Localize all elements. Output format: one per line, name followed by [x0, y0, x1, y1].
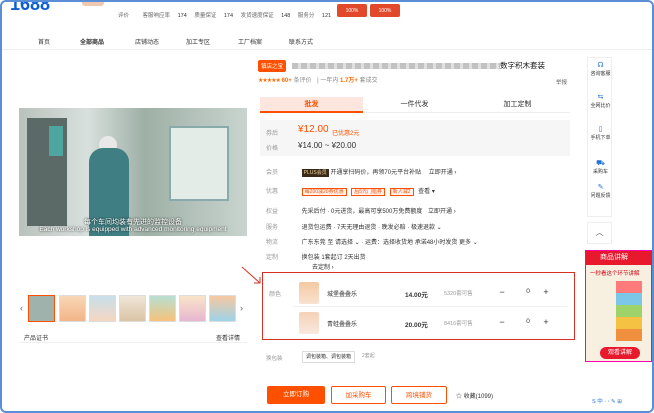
quantity-stepper: − 0 +	[495, 285, 561, 300]
nav-shop-news[interactable]: 店铺动态	[135, 37, 159, 46]
quantity-input[interactable]: 0	[517, 288, 539, 295]
watch-explain-button[interactable]: 观看讲解	[600, 347, 640, 359]
credit-row: 权益 先采后付 · 0元进货，最高可享500万免费额度 立即开通 ›	[266, 209, 456, 215]
star-icon: ★★★★★	[258, 78, 281, 84]
plus-button[interactable]: +	[539, 315, 553, 330]
service-row: 服务 退货包运费 · 7天无理由退货 · 晚发必赔 · 极速退款 ⌄	[266, 225, 442, 231]
seller-stats: 评价 客服响应率 174 质量保证 174 发货速度保证 148 服务分 121	[118, 13, 332, 19]
member-open-link[interactable]: 立即开通 ›	[429, 170, 457, 176]
price-box: 券后 ¥12.00 已优惠2元 价格 ¥14.00 ~ ¥20.00	[260, 120, 570, 156]
thumbnail-strip: ‹ ›	[19, 295, 247, 323]
chevron-left-icon[interactable]: ‹	[20, 303, 23, 313]
purchase-tabs: 批发 一件代发 加工定制	[260, 97, 570, 113]
shop-nav: 首页 全部商品 店铺动态 加工专区 工厂档案 联系方式	[0, 32, 654, 50]
compare-icon: ⇆	[597, 94, 604, 101]
coupon-chip[interactable]: 新人减2	[389, 188, 414, 196]
discount-view-link[interactable]: 查看 ▾	[418, 189, 435, 195]
thumbnail[interactable]	[119, 295, 146, 322]
thumbnail[interactable]	[209, 295, 236, 322]
toy-image	[616, 281, 642, 341]
coupon-chip[interactable]: 每200减20券优惠	[301, 188, 347, 196]
package-option[interactable]: 调包装箱、调包装箱	[302, 351, 356, 363]
right-sidebar: ☊ 咨询客服 ⇆ 全网比价 ▯ 手机下单 ⛟ 采购车 ✎ 问题反馈	[587, 57, 612, 217]
live-explain-panel[interactable]: 商品讲解 一秒看这个环节讲解 观看讲解	[585, 250, 653, 362]
variant-row: 城堡叠叠乐 14.00元 5320套可售 − 0 +	[293, 279, 568, 307]
nav-home[interactable]: 首页	[38, 37, 50, 46]
coupon-chip[interactable]: 后5元门槛券	[351, 188, 386, 196]
title-text: 数字积木套装	[500, 61, 545, 70]
sidebar-item-cart[interactable]: ⛟ 采购车	[588, 160, 613, 176]
variant-selector: 颜色 城堡叠叠乐 14.00元 5320套可售 − 0 + 青蛙叠叠乐 20.0…	[262, 272, 575, 340]
order-now-button[interactable]: 立即订购	[267, 386, 325, 404]
coupon-note: 已优惠2元	[332, 131, 360, 137]
custom-link[interactable]: 去定制 ›	[312, 262, 334, 271]
price-range: ¥14.00 ~ ¥20.00	[298, 141, 357, 150]
add-to-cart-button[interactable]: 加采购车	[331, 386, 386, 404]
chevron-right-icon[interactable]: ›	[240, 303, 243, 313]
sidebar-item-mobile[interactable]: ▯ 手机下单	[588, 126, 613, 142]
thumbnail[interactable]	[89, 295, 116, 322]
nav-contact[interactable]: 联系方式	[289, 37, 313, 46]
report-link[interactable]: 举报	[556, 78, 567, 86]
tab-custom[interactable]: 加工定制	[466, 97, 569, 113]
live-subtitle: 一秒看这个环节讲解	[590, 271, 640, 277]
ime-toolbar[interactable]: S 中 · ◦ ✎ ⊞	[592, 397, 648, 409]
product-video[interactable]: 每个车间均装有先进的监控设备 Each workshop is equipped…	[19, 108, 247, 236]
cert-label: 产品证书	[24, 336, 49, 342]
variant-label: 颜色	[269, 292, 282, 298]
feedback-icon: ✎	[597, 184, 604, 191]
tab-dropship[interactable]: 一件代发	[363, 97, 466, 113]
credit-open-link[interactable]: 立即开通 ›	[428, 209, 456, 215]
quantity-stepper: − 0 +	[495, 315, 561, 330]
coupon-price: ¥12.00	[298, 124, 329, 135]
cert-link[interactable]: 查看详情	[216, 333, 240, 342]
custom-row: 定制 换包装 1套起订 2天出货	[266, 255, 366, 261]
divider	[19, 342, 247, 343]
plus-button[interactable]: +	[539, 285, 553, 300]
nav-processing[interactable]: 加工专区	[186, 37, 210, 46]
discount-row: 优惠 每200减20券优惠 后5元门槛券 新人减2 查看 ▾	[266, 188, 435, 196]
quality-badge: 100%	[337, 4, 367, 17]
product-title: 镇店之宝 数字积木套装	[258, 60, 578, 72]
phone-icon: ▯	[598, 126, 603, 133]
cart-icon: ⛟	[596, 160, 605, 167]
site-logo[interactable]: 1688	[10, 0, 50, 15]
minus-button[interactable]: −	[495, 315, 509, 330]
sidebar-item-feedback[interactable]: ✎ 问题反馈	[588, 184, 613, 200]
nav-all-products[interactable]: 全部商品	[80, 37, 104, 46]
live-title: 商品讲解	[586, 251, 653, 265]
shop-avatar	[82, 0, 104, 6]
quantity-input[interactable]: 0	[517, 318, 539, 325]
minus-button[interactable]: −	[495, 285, 509, 300]
logistics-row: 物流 广东东莞 至 请选择 ⌄ · 运费：选择收货地 承诺48小时发货 更多 ⌄	[266, 240, 478, 246]
scroll-top-button[interactable]: ︿	[587, 222, 612, 244]
variant-row: 青蛙叠叠乐 20.00元 8416套可售 − 0 +	[293, 309, 568, 337]
video-subtitle-en: Each workshop is equipped with advanced …	[39, 226, 227, 233]
thumbnail[interactable]	[149, 295, 176, 322]
member-row: 会员 PLUS会员 开通享扫码价，再领70元平台补贴 立即开通 ›	[266, 169, 457, 177]
rating-row: ★★★★★ 60+ 条评价 | 一年内 1.7万+ 套成交	[258, 78, 378, 84]
sidebar-item-compare[interactable]: ⇆ 全网比价	[588, 94, 613, 110]
variant-thumbnail[interactable]	[299, 282, 319, 304]
plus-badge: PLUS会员	[301, 169, 329, 177]
thumbnail[interactable]	[179, 295, 206, 322]
shipping-selector[interactable]: 广东东莞 至 请选择 ⌄ · 运费：选择收货地 承诺48小时发货 更多 ⌄	[302, 240, 478, 246]
annotation-arrow-icon	[241, 266, 261, 284]
tab-wholesale[interactable]: 批发	[260, 97, 363, 113]
nav-factory[interactable]: 工厂档案	[238, 37, 262, 46]
variant-thumbnail[interactable]	[299, 312, 319, 334]
sidebar-item-service[interactable]: ☊ 咨询客服	[588, 62, 613, 78]
headset-icon: ☊	[597, 62, 604, 69]
cross-border-button[interactable]: 跨境铺货	[391, 386, 447, 404]
top-bar: 1688 评价 客服响应率 174 质量保证 174 发货速度保证 148 服务…	[0, 0, 654, 26]
thumbnail[interactable]	[28, 295, 55, 322]
service-badge: 100%	[370, 4, 400, 17]
brand-tag: 镇店之宝	[258, 60, 287, 72]
chevron-up-icon: ︿	[595, 228, 604, 237]
favorite-button[interactable]: ☆ 收藏(1099)	[456, 391, 493, 400]
thumbnail[interactable]	[59, 295, 86, 322]
package-label: 换包装	[266, 356, 283, 362]
package-min: 2套起	[362, 353, 375, 359]
